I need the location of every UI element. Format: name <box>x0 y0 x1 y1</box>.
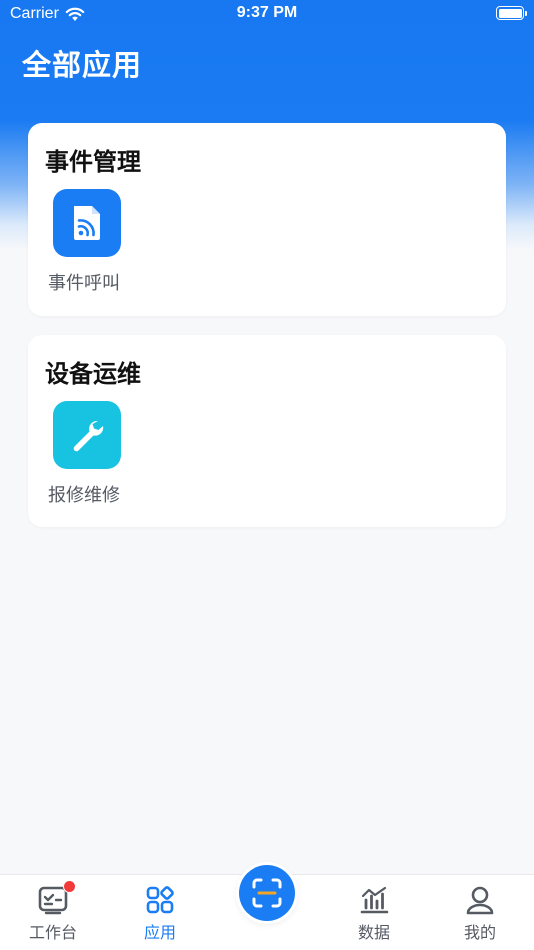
section-card-event-management: 事件管理 事件呼叫 <box>28 123 506 316</box>
user-icon <box>463 883 497 917</box>
app-label: 报修维修 <box>48 485 120 506</box>
page-title: 全部应用 <box>22 48 143 82</box>
section-title: 事件管理 <box>45 148 141 176</box>
section-title: 设备运维 <box>45 360 141 388</box>
app-icon-tile[interactable] <box>53 189 121 257</box>
section-card-device-maintenance: 设备运维 报修维修 <box>28 335 506 527</box>
bar-chart-icon <box>357 883 391 917</box>
tab-apps[interactable]: 应用 <box>120 875 200 945</box>
tab-label: 工作台 <box>28 923 77 942</box>
battery-level-fill <box>498 8 522 18</box>
status-time: 9:37 PM <box>236 4 298 21</box>
scan-icon <box>252 878 282 908</box>
tab-mine[interactable]: 我的 <box>440 875 520 945</box>
tab-label: 应用 <box>143 923 176 942</box>
tab-workbench[interactable]: 工作台 <box>13 875 93 945</box>
status-bar: Carrier 9:37 PM <box>0 0 534 28</box>
document-rss-icon <box>74 206 100 240</box>
notification-badge-dot <box>63 880 76 893</box>
tab-data[interactable]: 数据 <box>334 875 414 945</box>
tab-label: 数据 <box>357 923 390 942</box>
apps-grid-icon <box>143 883 177 917</box>
wrench-icon <box>73 420 104 452</box>
workbench-icon <box>36 880 76 917</box>
scan-button-ring <box>236 862 298 924</box>
tab-label: 我的 <box>463 923 496 942</box>
scan-button[interactable] <box>239 865 295 921</box>
app-icon-tile[interactable] <box>53 401 121 469</box>
battery-full-icon <box>496 6 527 20</box>
app-label: 事件呼叫 <box>48 273 120 294</box>
